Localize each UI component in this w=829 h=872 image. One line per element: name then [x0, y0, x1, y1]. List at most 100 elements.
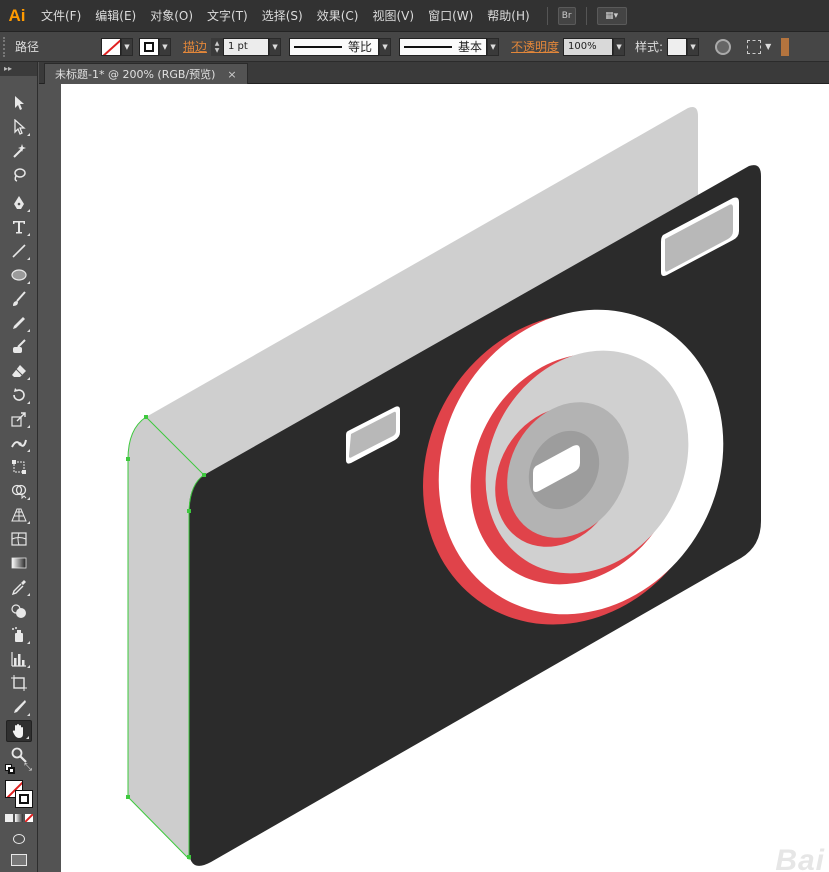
zoom-magnifier-icon — [11, 747, 27, 763]
graphic-style-dropdown[interactable]: ▼ — [687, 37, 700, 56]
width-tool[interactable] — [6, 432, 32, 454]
opacity-panel-link[interactable]: 不透明度 — [507, 38, 563, 55]
fill-dropdown[interactable]: ▼ — [121, 37, 133, 56]
menu-item-edit[interactable]: 编辑(E) — [88, 0, 143, 32]
align-options-icon[interactable] — [747, 39, 762, 54]
panel-overflow-indicator — [781, 37, 790, 56]
opacity-dropdown[interactable]: ▼ — [613, 37, 626, 56]
profile-dropdown[interactable]: ▼ — [379, 37, 392, 56]
artboard[interactable]: Bai — [61, 84, 829, 872]
menu-item-view[interactable]: 视图(V) — [365, 0, 421, 32]
pencil-tool[interactable] — [6, 312, 32, 334]
perspective-grid-tool[interactable] — [6, 504, 32, 526]
lasso-tool[interactable] — [6, 164, 32, 186]
eraser-icon — [12, 365, 26, 377]
blend-tool[interactable] — [6, 600, 32, 622]
scale-tool[interactable] — [6, 408, 32, 430]
gradient-tool[interactable] — [6, 552, 32, 574]
swap-fill-stroke-icon[interactable]: ⤡ — [24, 762, 32, 773]
menu-item-object[interactable]: 对象(O) — [143, 0, 200, 32]
default-fill-stroke-icon[interactable] — [5, 764, 15, 774]
tools-panel: ▸▸ ⤡ — [0, 62, 38, 872]
direct-selection-tool[interactable] — [6, 116, 32, 138]
anchor-point[interactable] — [187, 509, 191, 513]
opacity-field[interactable]: 100% — [563, 37, 614, 56]
gradient-icon — [11, 557, 27, 569]
menu-item-help[interactable]: 帮助(H) — [480, 0, 536, 32]
eyedropper-tool[interactable] — [6, 576, 32, 598]
ellipse-tool[interactable] — [6, 264, 32, 286]
stroke-weight-field[interactable]: 1 pt — [223, 37, 270, 56]
eyedropper-icon — [11, 580, 26, 595]
paintbrush-tool[interactable] — [6, 288, 32, 310]
width-tool-icon — [11, 439, 27, 448]
camera-illustration[interactable] — [61, 84, 829, 872]
blend-icon — [11, 604, 26, 618]
paintbrush-icon — [13, 291, 26, 306]
eraser-tool[interactable] — [6, 360, 32, 382]
stroke-weight-dropdown[interactable]: ▼ — [269, 37, 282, 56]
profile-label: 等比 — [348, 40, 373, 54]
pen-tool[interactable] — [6, 192, 32, 214]
control-bar: 路径 ▼ ▼ 描边 ▲ ▼ 1 pt ▼ 等比 ▼ 基本 ▼ 不透明度 100% … — [0, 32, 829, 62]
blob-brush-tool[interactable] — [6, 336, 32, 358]
rotate-icon — [13, 388, 25, 401]
menu-item-effect[interactable]: 效果(C) — [310, 0, 366, 32]
shape-builder-tool[interactable] — [6, 480, 32, 502]
anchor-point[interactable] — [144, 415, 148, 419]
ellipse-icon — [11, 269, 27, 281]
blob-brush-icon — [13, 339, 26, 353]
type-tool[interactable] — [6, 216, 32, 238]
rotate-tool[interactable] — [6, 384, 32, 406]
anchor-point[interactable] — [202, 473, 206, 477]
stroke-panel-link[interactable]: 描边 — [179, 38, 211, 55]
mesh-icon — [11, 532, 27, 546]
slice-tool[interactable] — [6, 696, 32, 718]
recolor-artwork-icon[interactable] — [715, 38, 732, 55]
free-transform-tool[interactable] — [6, 456, 32, 478]
arrange-documents-button[interactable]: ▦▾ — [596, 6, 627, 25]
shape-builder-icon — [11, 484, 27, 499]
selection-tool[interactable] — [6, 92, 32, 114]
drawing-mode-icon[interactable] — [13, 834, 25, 844]
illustrator-window: Ai 文件(F) 编辑(E) 对象(O) 文字(T) 选择(S) 效果(C) 视… — [0, 0, 829, 872]
slice-knife-icon — [14, 700, 26, 713]
stroke-color-box[interactable] — [15, 790, 33, 808]
tools-panel-collapse[interactable]: ▸▸ — [0, 62, 37, 76]
menu-item-type[interactable]: 文字(T) — [200, 0, 255, 32]
stroke-swatch[interactable] — [139, 37, 159, 56]
fill-swatch[interactable] — [101, 37, 121, 56]
graphic-style-swatch[interactable] — [667, 37, 688, 56]
menu-item-select[interactable]: 选择(S) — [255, 0, 310, 32]
brush-line-preview — [404, 45, 452, 48]
screen-mode-icon[interactable] — [11, 854, 27, 866]
tab-close-button[interactable]: × — [227, 64, 236, 85]
canvas-area[interactable]: Bai — [39, 84, 829, 872]
anchor-point[interactable] — [126, 795, 130, 799]
menu-item-window[interactable]: 窗口(W) — [421, 0, 480, 32]
color-mode-buttons[interactable] — [5, 814, 33, 822]
stroke-weight-stepper[interactable]: ▲ ▼ — [211, 37, 224, 56]
align-options-dropdown-icon[interactable]: ▼ — [761, 42, 775, 51]
lasso-icon — [14, 168, 26, 182]
symbol-sprayer-tool[interactable] — [6, 624, 32, 646]
line-tool[interactable] — [6, 240, 32, 262]
artboard-tool[interactable] — [6, 672, 32, 694]
mesh-tool[interactable] — [6, 528, 32, 550]
stroke-dropdown[interactable]: ▼ — [159, 37, 171, 56]
pencil-icon — [13, 317, 25, 329]
brush-definition[interactable]: 基本 — [399, 37, 488, 56]
brush-dropdown[interactable]: ▼ — [487, 37, 500, 56]
style-label: 样式: — [635, 40, 664, 54]
anchor-point[interactable] — [187, 855, 191, 859]
symbol-sprayer-icon — [12, 627, 23, 642]
magic-wand-tool[interactable] — [6, 140, 32, 162]
column-graph-tool[interactable] — [6, 648, 32, 670]
document-tab[interactable]: 未标题-1* @ 200% (RGB/预览) × — [44, 63, 248, 84]
app-logo: Ai — [8, 5, 26, 25]
bridge-button[interactable]: Br — [557, 6, 576, 25]
anchor-point[interactable] — [126, 457, 130, 461]
menu-item-file[interactable]: 文件(F) — [34, 0, 88, 32]
hand-tool[interactable] — [6, 720, 32, 742]
variable-width-profile[interactable]: 等比 — [289, 37, 380, 56]
